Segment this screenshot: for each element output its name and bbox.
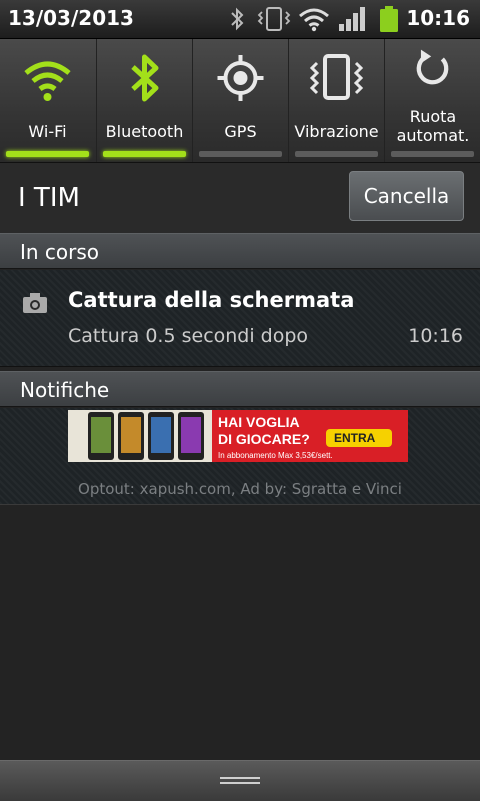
battery-icon xyxy=(380,6,398,32)
vibrate-toggle-label: Vibrazione xyxy=(294,122,379,141)
bluetooth-toggle-indicator xyxy=(103,151,186,157)
ongoing-section-header: In corso xyxy=(0,233,480,269)
notifications-section-title: Notifiche xyxy=(20,378,110,402)
gps-toggle-indicator xyxy=(199,151,282,157)
bluetooth-icon xyxy=(131,54,159,102)
ad-banner[interactable]: HAI VOGLIA DI GIOCARE? ENTRA In abboname… xyxy=(68,410,408,462)
bluetooth-toggle-label: Bluetooth xyxy=(105,122,184,141)
bluetooth-toggle[interactable]: Bluetooth xyxy=(96,39,192,162)
auto-rotate-label-line1: Ruota xyxy=(409,107,457,126)
signal-icon xyxy=(339,7,365,31)
auto-rotate-toggle-label: Ruota automat. xyxy=(385,107,480,145)
notifications-section-header: Notifiche xyxy=(0,371,480,407)
gps-toggle[interactable]: GPS xyxy=(192,39,288,162)
vibrate-icon xyxy=(309,54,364,100)
ad-headline-line1: HAI VOGLIA xyxy=(218,414,300,430)
auto-rotate-toggle[interactable]: Ruota automat. xyxy=(384,39,480,162)
bluetooth-status-icon xyxy=(231,7,244,31)
notification-panel-handle[interactable] xyxy=(0,760,480,801)
vibrate-toggle-indicator xyxy=(295,151,378,157)
ad-cta: ENTRA xyxy=(334,431,376,445)
ad-headline-line2: DI GIOCARE? xyxy=(218,431,310,447)
drag-handle-icon xyxy=(220,777,260,784)
carrier-name: I TIM xyxy=(18,183,80,213)
wifi-toggle[interactable]: Wi-Fi xyxy=(0,39,95,162)
notification-time: 10:16 xyxy=(408,325,463,347)
vibrate-toggle[interactable]: Vibrazione xyxy=(288,39,384,162)
auto-rotate-label-line2: automat. xyxy=(396,126,470,145)
gps-icon xyxy=(217,55,264,101)
quick-settings-panel: Wi-Fi Bluetooth GPS Vibrazione Ruota aut… xyxy=(0,39,480,163)
gps-toggle-label: GPS xyxy=(224,122,257,141)
clear-notifications-button[interactable]: Cancella xyxy=(349,171,464,221)
status-bar: 13/03/2013 10:16 xyxy=(0,0,480,39)
wifi-icon xyxy=(24,61,71,101)
status-date: 13/03/2013 xyxy=(8,6,134,30)
auto-rotate-toggle-indicator xyxy=(391,151,474,157)
status-time: 10:16 xyxy=(406,6,470,30)
vibrate-status-icon xyxy=(257,7,291,31)
wifi-status-icon xyxy=(299,8,329,32)
notification-title: Cattura della schermata xyxy=(68,288,355,312)
ad-fine-print: In abbonamento Max 3,53€/sett. xyxy=(218,451,333,460)
notification-subtitle: Cattura 0.5 secondi dopo xyxy=(68,325,309,347)
wifi-toggle-indicator xyxy=(6,151,89,157)
ad-credit-text: Optout: xapush.com, Ad by: Sgratta e Vin… xyxy=(78,480,402,498)
wifi-toggle-label: Wi-Fi xyxy=(28,122,67,141)
screenshot-notification[interactable]: Cattura della schermata Cattura 0.5 seco… xyxy=(0,270,480,367)
ongoing-section-title: In corso xyxy=(20,240,100,264)
ad-banner-image: HAI VOGLIA DI GIOCARE? ENTRA In abboname… xyxy=(68,410,408,462)
camera-icon xyxy=(23,293,47,313)
rotate-icon xyxy=(416,49,449,85)
